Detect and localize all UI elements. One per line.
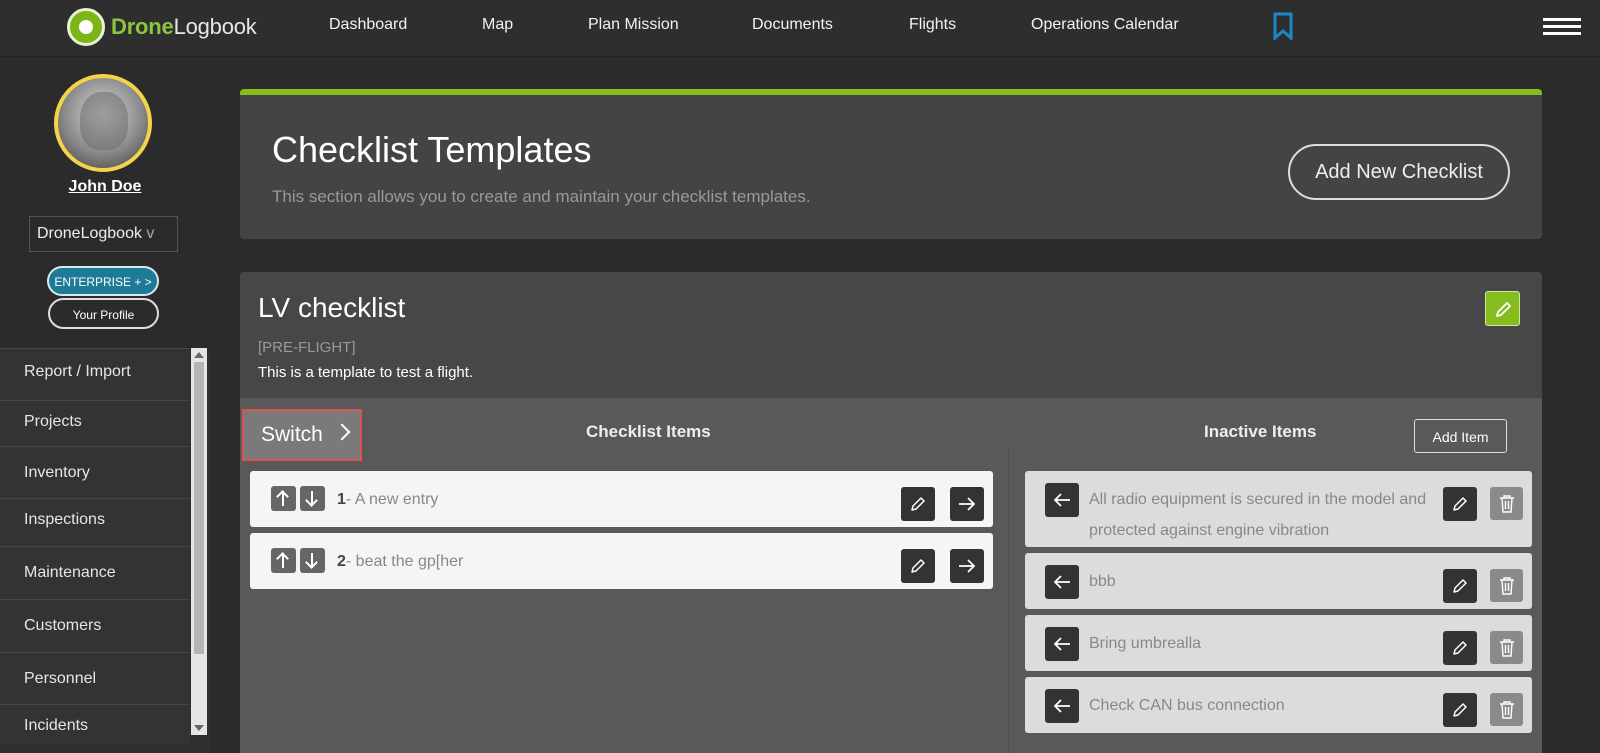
deactivate-item-button[interactable] [950, 549, 984, 583]
checklist-card: LV checklist [PRE-FLIGHT] This is a temp… [240, 272, 1542, 753]
inactive-items-heading: Inactive Items [1204, 422, 1317, 441]
page-description: This section allows you to create and ma… [272, 187, 811, 206]
active-item-row: 2- beat the gp[her [250, 533, 993, 589]
arrow-right-icon [959, 559, 976, 573]
edit-item-button[interactable] [1443, 487, 1477, 521]
sidebar-item-inspections[interactable]: Inspections [0, 498, 190, 546]
app-logo[interactable]: DroneLogbook [67, 8, 257, 46]
pencil-icon [911, 559, 925, 573]
nav-plan-mission[interactable]: Plan Mission [588, 16, 679, 34]
pencil-icon [1496, 302, 1511, 317]
edit-checklist-button[interactable] [1485, 291, 1520, 326]
nav-operations-calendar[interactable]: Operations Calendar [1031, 16, 1179, 34]
scroll-down-icon[interactable] [194, 725, 204, 731]
pencil-icon [911, 497, 925, 511]
edit-item-button[interactable] [1443, 569, 1477, 603]
add-item-button[interactable]: Add Item [1414, 419, 1507, 453]
sidebar-item-projects[interactable]: Projects [0, 400, 190, 446]
arrow-right-icon [959, 497, 976, 511]
arrow-left-icon [1053, 575, 1070, 589]
sidebar-item-customers[interactable]: Customers [0, 599, 190, 652]
move-down-icon[interactable] [300, 486, 325, 511]
delete-item-button[interactable] [1490, 693, 1523, 726]
edit-item-button[interactable] [1443, 693, 1477, 727]
nav-map[interactable]: Map [482, 16, 513, 34]
arrow-left-icon [1053, 699, 1070, 713]
page-header-card: Checklist Templates This section allows … [240, 89, 1542, 239]
activate-item-button[interactable] [1045, 627, 1079, 661]
inactive-item-row: Bring umbrealla [1025, 615, 1532, 671]
scroll-up-icon[interactable] [194, 352, 204, 358]
organization-select[interactable]: DroneLogbook v [29, 216, 178, 252]
inactive-item-row: bbb [1025, 553, 1532, 609]
chevron-right-icon [333, 423, 351, 441]
active-item-text: 2- beat the gp[her [337, 553, 464, 570]
inactive-item-text: Bring umbrealla [1089, 635, 1202, 652]
nav-documents[interactable]: Documents [752, 16, 833, 34]
checklist-description: This is a template to test a flight. [258, 364, 474, 381]
username-link[interactable]: John Doe [0, 178, 210, 196]
trash-icon [1500, 495, 1514, 513]
activate-item-button[interactable] [1045, 565, 1079, 599]
sidebar-item-report-import[interactable]: Report / Import [0, 348, 190, 400]
arrow-left-icon [1053, 637, 1070, 651]
sidebar-item-inventory[interactable]: Inventory [0, 446, 190, 498]
delete-item-button[interactable] [1490, 487, 1523, 520]
column-divider [1008, 450, 1009, 753]
move-up-icon[interactable] [271, 548, 296, 573]
pencil-icon [1453, 641, 1467, 655]
avatar[interactable] [54, 74, 152, 172]
trash-icon [1500, 701, 1514, 719]
pencil-icon [1453, 579, 1467, 593]
app-name: DroneLogbook [111, 14, 257, 39]
scroll-thumb[interactable] [194, 362, 204, 654]
sidebar-item-maintenance[interactable]: Maintenance [0, 546, 190, 599]
sidebar-scrollbar[interactable] [191, 348, 207, 735]
chevron-down-icon: v [146, 225, 155, 242]
edit-item-button[interactable] [901, 549, 935, 583]
drone-logo-icon [67, 8, 105, 46]
your-profile-button[interactable]: Your Profile [48, 298, 159, 329]
checklist-title: LV checklist [258, 292, 406, 323]
trash-icon [1500, 577, 1514, 595]
inactive-item-row: All radio equipment is secured in the mo… [1025, 471, 1532, 547]
add-new-checklist-button[interactable]: Add New Checklist [1288, 144, 1510, 200]
checklist-items-area: Switch Checklist Items Inactive Items Ad… [240, 398, 1542, 753]
delete-item-button[interactable] [1490, 631, 1523, 664]
sidebar-menu: Report / Import Projects Inventory Inspe… [0, 348, 190, 744]
delete-item-button[interactable] [1490, 569, 1523, 602]
inactive-item-text: Check CAN bus connection [1089, 697, 1285, 714]
bookmark-icon[interactable] [1272, 12, 1294, 40]
activate-item-button[interactable] [1045, 689, 1079, 723]
sidebar: John Doe DroneLogbook v ENTERPRISE + > Y… [0, 58, 210, 753]
move-down-icon[interactable] [300, 548, 325, 573]
sidebar-item-incidents[interactable]: Incidents [0, 704, 190, 744]
top-nav-bar: DroneLogbook Dashboard Map Plan Mission … [0, 0, 1600, 57]
active-item-row: 1- A new entry [250, 471, 993, 527]
pencil-icon [1453, 497, 1467, 511]
page-title: Checklist Templates [272, 129, 592, 170]
pencil-icon [1453, 703, 1467, 717]
nav-flights[interactable]: Flights [909, 16, 956, 34]
inactive-item-row: Check CAN bus connection [1025, 677, 1532, 733]
trash-icon [1500, 639, 1514, 657]
hamburger-menu-icon[interactable] [1543, 18, 1581, 38]
sidebar-item-personnel[interactable]: Personnel [0, 652, 190, 704]
inactive-item-text: All radio equipment is secured in the mo… [1089, 491, 1427, 539]
enterprise-plan-button[interactable]: ENTERPRISE + > [47, 266, 159, 296]
deactivate-item-button[interactable] [950, 487, 984, 521]
switch-label: Switch [261, 423, 323, 446]
edit-item-button[interactable] [1443, 631, 1477, 665]
nav-dashboard[interactable]: Dashboard [329, 16, 407, 34]
checklist-type-tag: [PRE-FLIGHT] [258, 339, 356, 356]
move-up-icon[interactable] [271, 486, 296, 511]
switch-button[interactable]: Switch [242, 409, 362, 461]
arrow-left-icon [1053, 493, 1070, 507]
active-item-text: 1- A new entry [337, 491, 439, 508]
checklist-items-heading: Checklist Items [586, 422, 711, 441]
activate-item-button[interactable] [1045, 483, 1079, 517]
edit-item-button[interactable] [901, 487, 935, 521]
profile-panel: John Doe DroneLogbook v ENTERPRISE + > Y… [0, 58, 210, 353]
inactive-item-text: bbb [1089, 573, 1116, 590]
